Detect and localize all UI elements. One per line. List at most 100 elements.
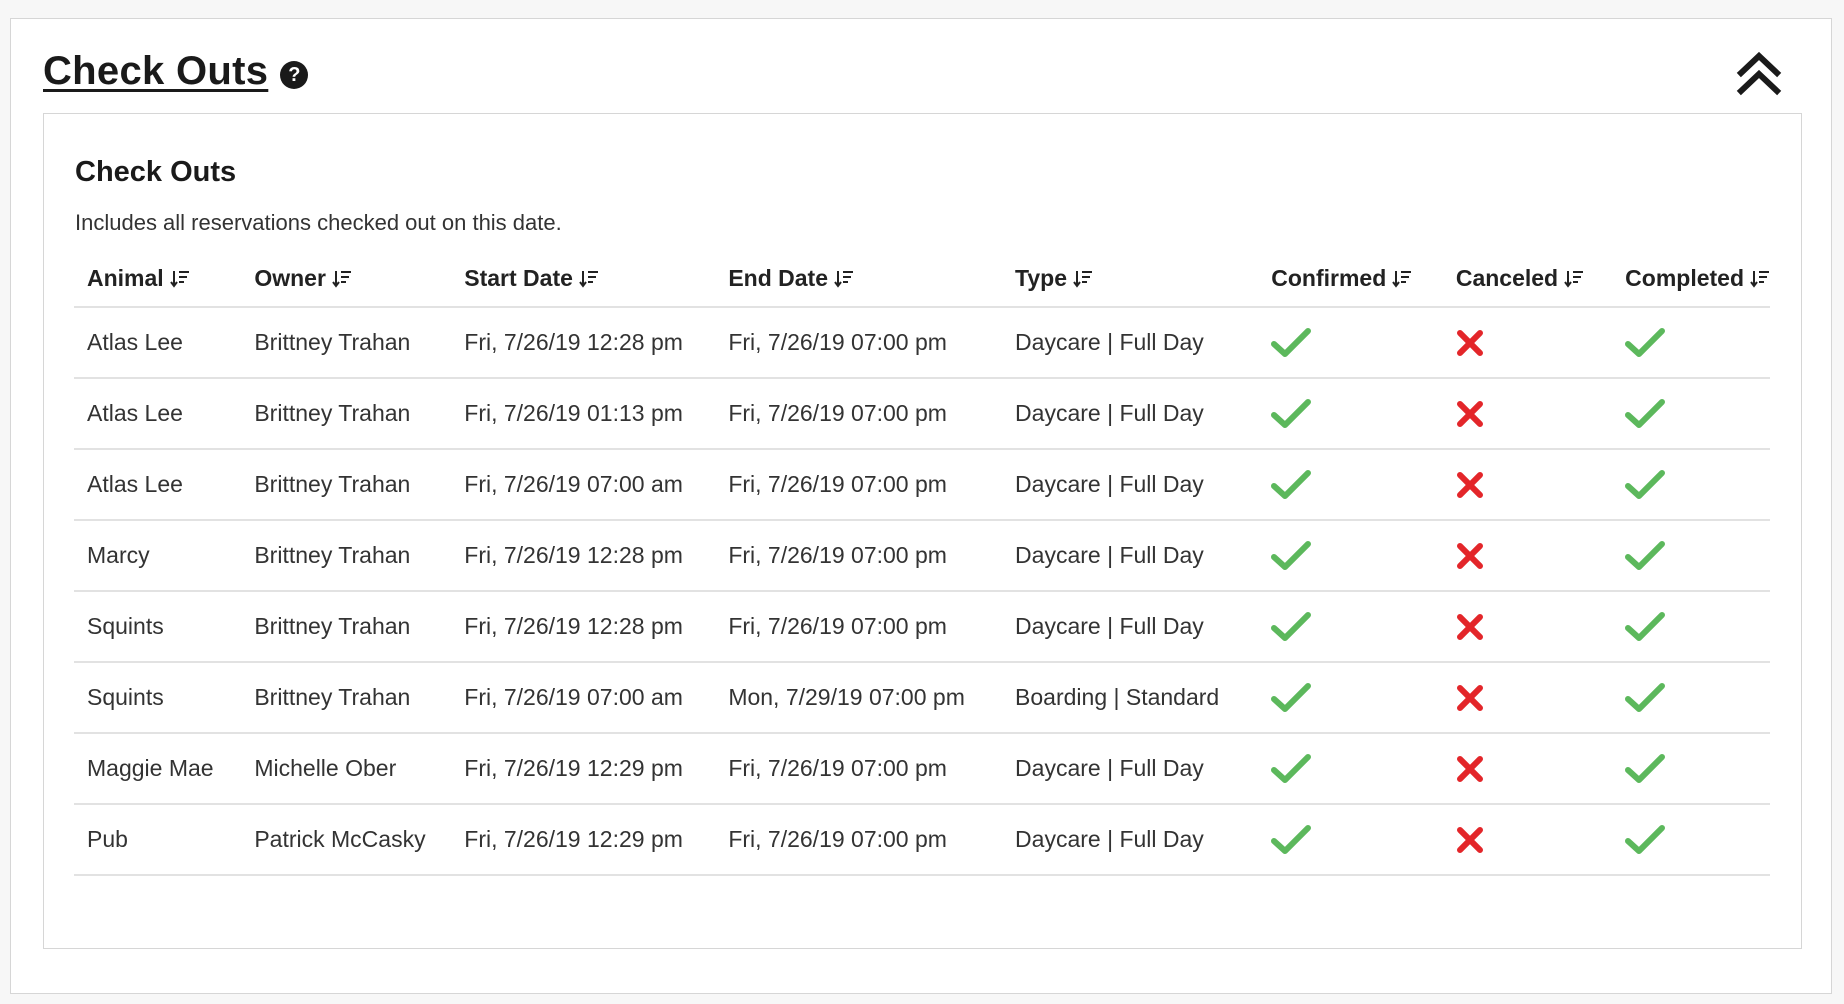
column-header-owner[interactable]: Owner bbox=[241, 254, 452, 308]
owner-cell: Michelle Ober bbox=[241, 733, 452, 805]
confirmed-cell bbox=[1258, 378, 1443, 450]
owner-cell: Patrick McCasky bbox=[241, 804, 452, 876]
checkmark-icon bbox=[1271, 682, 1312, 720]
type-cell: Daycare | Full Day bbox=[1002, 378, 1259, 450]
table-row: Squints Brittney Trahan Fri, 7/26/19 07:00… bbox=[74, 662, 1770, 734]
column-header-label: Type bbox=[1015, 265, 1068, 291]
table-body: Atlas Lee Brittney Trahan Fri, 7/26/19 12:… bbox=[74, 307, 1770, 876]
owner-cell: Brittney Trahan bbox=[241, 378, 452, 450]
start-date-cell: Fri, 7/26/19 07:00 am bbox=[451, 662, 716, 734]
checkmark-icon bbox=[1625, 824, 1666, 862]
canceled-cell bbox=[1442, 733, 1613, 805]
check-outs-table: Animal Owner Start Date End Date Type Confirm… bbox=[74, 254, 1770, 876]
canceled-cell bbox=[1442, 307, 1613, 379]
column-header-label: End Date bbox=[728, 265, 828, 291]
sort-descending-icon[interactable] bbox=[1073, 268, 1093, 295]
column-header-type[interactable]: Type bbox=[1002, 254, 1259, 308]
table-row: Maggie Mae Michelle Ober Fri, 7/26/19 12:2… bbox=[74, 733, 1770, 805]
confirmed-cell bbox=[1258, 804, 1443, 876]
checkmark-icon bbox=[1625, 682, 1666, 720]
table-header-row: Animal Owner Start Date End Date Type Confirm… bbox=[74, 254, 1770, 308]
table-row: Atlas Lee Brittney Trahan Fri, 7/26/19 12:… bbox=[74, 307, 1770, 379]
sort-descending-icon[interactable] bbox=[834, 268, 854, 295]
column-header-label: Confirmed bbox=[1271, 265, 1387, 291]
column-header-label: Completed bbox=[1625, 265, 1744, 291]
canceled-cell bbox=[1442, 378, 1613, 450]
checkmark-icon bbox=[1271, 398, 1312, 436]
sort-descending-icon[interactable] bbox=[1392, 268, 1412, 295]
start-date-cell: Fri, 7/26/19 12:29 pm bbox=[451, 804, 716, 876]
owner-cell: Brittney Trahan bbox=[241, 449, 452, 521]
table-row: Marcy Brittney Trahan Fri, 7/26/19 12:28 p… bbox=[74, 520, 1770, 592]
table-row: Squints Brittney Trahan Fri, 7/26/19 12:28… bbox=[74, 591, 1770, 663]
sort-descending-icon[interactable] bbox=[169, 268, 190, 295]
card-title: Check Outs bbox=[75, 156, 237, 188]
type-cell: Boarding | Standard bbox=[1002, 662, 1259, 734]
animal-cell: Atlas Lee bbox=[74, 307, 242, 379]
type-cell: Daycare | Full Day bbox=[1002, 520, 1259, 592]
completed-cell bbox=[1612, 733, 1770, 805]
column-header-end-date[interactable]: End Date bbox=[715, 254, 1003, 308]
card-subtitle: Includes all reservations checked out on… bbox=[75, 210, 562, 235]
confirmed-cell bbox=[1258, 662, 1443, 734]
checkmark-icon bbox=[1625, 611, 1666, 649]
column-header-confirmed[interactable]: Confirmed bbox=[1258, 254, 1443, 308]
type-cell: Daycare | Full Day bbox=[1002, 591, 1259, 663]
canceled-cell bbox=[1442, 520, 1613, 592]
checkmark-icon bbox=[1271, 753, 1312, 791]
type-cell: Daycare | Full Day bbox=[1002, 449, 1259, 521]
end-date-cell: Fri, 7/26/19 07:00 pm bbox=[715, 307, 1003, 379]
end-date-cell: Fri, 7/26/19 07:00 pm bbox=[715, 591, 1003, 663]
sort-descending-icon[interactable] bbox=[1564, 268, 1584, 295]
panel-title-link[interactable]: Check Outs bbox=[43, 49, 268, 94]
completed-cell bbox=[1612, 804, 1770, 876]
owner-cell: Brittney Trahan bbox=[241, 307, 452, 379]
column-header-completed[interactable]: Completed bbox=[1612, 254, 1770, 308]
animal-cell: Squints bbox=[74, 591, 242, 663]
confirmed-cell bbox=[1258, 520, 1443, 592]
panel-header: Check Outs ? bbox=[43, 49, 309, 94]
checkmark-icon bbox=[1271, 469, 1312, 507]
animal-cell: Marcy bbox=[74, 520, 242, 592]
checkmark-icon bbox=[1271, 611, 1312, 649]
animal-cell: Squints bbox=[74, 662, 242, 734]
end-date-cell: Mon, 7/29/19 07:00 pm bbox=[715, 662, 1003, 734]
check-outs-panel: Check Outs ? Check Outs Includes all res… bbox=[10, 18, 1832, 994]
column-header-canceled[interactable]: Canceled bbox=[1442, 254, 1613, 308]
double-chevron-up-icon[interactable] bbox=[1735, 49, 1783, 97]
confirmed-cell bbox=[1258, 733, 1443, 805]
checkmark-icon bbox=[1271, 540, 1312, 578]
completed-cell bbox=[1612, 591, 1770, 663]
start-date-cell: Fri, 7/26/19 01:13 pm bbox=[451, 378, 716, 450]
sort-descending-icon[interactable] bbox=[579, 268, 599, 295]
x-mark-icon bbox=[1456, 684, 1484, 718]
check-outs-card: Check Outs Includes all reservations che… bbox=[43, 113, 1802, 949]
help-icon[interactable]: ? bbox=[280, 60, 309, 89]
canceled-cell bbox=[1442, 662, 1613, 734]
column-header-start-date[interactable]: Start Date bbox=[451, 254, 716, 308]
column-header-label: Canceled bbox=[1455, 265, 1559, 291]
animal-cell: Pub bbox=[74, 804, 242, 876]
canceled-cell bbox=[1442, 591, 1613, 663]
start-date-cell: Fri, 7/26/19 12:28 pm bbox=[451, 307, 716, 379]
column-header-animal[interactable]: Animal bbox=[74, 254, 242, 308]
completed-cell bbox=[1612, 520, 1770, 592]
sort-descending-icon[interactable] bbox=[1750, 268, 1770, 295]
owner-cell: Brittney Trahan bbox=[241, 591, 452, 663]
sort-descending-icon[interactable] bbox=[332, 268, 352, 295]
x-mark-icon bbox=[1456, 613, 1484, 647]
completed-cell bbox=[1612, 378, 1770, 450]
table-row: Atlas Lee Brittney Trahan Fri, 7/26/19 07:… bbox=[74, 449, 1770, 521]
end-date-cell: Fri, 7/26/19 07:00 pm bbox=[715, 378, 1003, 450]
owner-cell: Brittney Trahan bbox=[241, 520, 452, 592]
owner-cell: Brittney Trahan bbox=[241, 662, 452, 734]
animal-cell: Atlas Lee bbox=[74, 378, 242, 450]
start-date-cell: Fri, 7/26/19 12:28 pm bbox=[451, 520, 716, 592]
confirmed-cell bbox=[1258, 591, 1443, 663]
canceled-cell bbox=[1442, 804, 1613, 876]
table-row: Atlas Lee Brittney Trahan Fri, 7/26/19 01:… bbox=[74, 378, 1770, 450]
checkmark-icon bbox=[1625, 469, 1666, 507]
type-cell: Daycare | Full Day bbox=[1002, 733, 1259, 805]
start-date-cell: Fri, 7/26/19 07:00 am bbox=[451, 449, 716, 521]
animal-cell: Atlas Lee bbox=[74, 449, 242, 521]
